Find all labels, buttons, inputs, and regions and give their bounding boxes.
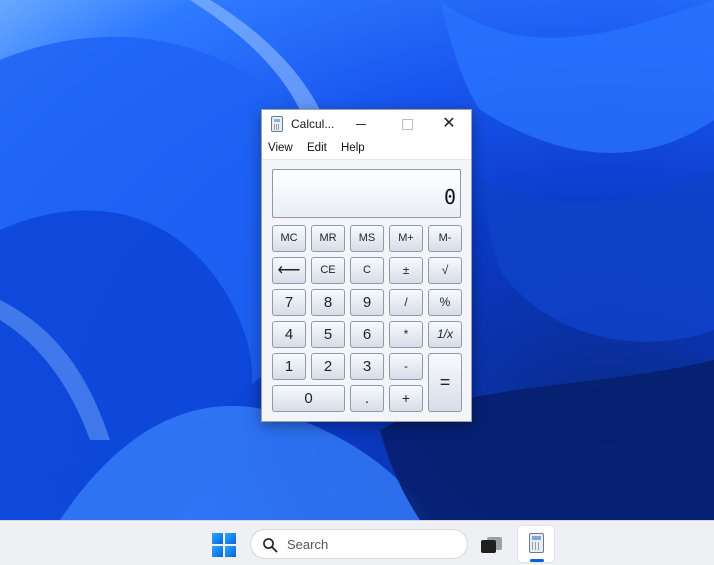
ms-button[interactable]: MS: [350, 225, 384, 252]
search-placeholder: Search: [287, 537, 329, 552]
close-button[interactable]: ✕: [426, 110, 472, 139]
digit-6-button[interactable]: 6: [350, 321, 384, 348]
menu-view[interactable]: View: [268, 142, 293, 154]
divide-button[interactable]: /: [389, 289, 423, 316]
clear-entry-button[interactable]: CE: [311, 257, 345, 284]
active-app-indicator: [530, 559, 544, 562]
decimal-button[interactable]: .: [350, 385, 384, 412]
window-title: Calcul...: [291, 117, 335, 131]
backspace-button[interactable]: ⟵: [272, 257, 306, 284]
square-root-button[interactable]: √: [428, 257, 462, 284]
taskbar-calculator-button[interactable]: [517, 525, 555, 563]
reciprocal-button[interactable]: 1/x: [428, 321, 462, 348]
mc-button[interactable]: MC: [272, 225, 306, 252]
digit-9-button[interactable]: 9: [350, 289, 384, 316]
plus-button[interactable]: +: [389, 385, 423, 412]
percent-button[interactable]: %: [428, 289, 462, 316]
calculator-icon: [271, 116, 283, 132]
clear-button[interactable]: C: [350, 257, 384, 284]
menu-help[interactable]: Help: [341, 142, 365, 154]
equals-button[interactable]: =: [428, 353, 462, 412]
digit-5-button[interactable]: 5: [311, 321, 345, 348]
minus-button[interactable]: -: [389, 353, 423, 380]
search-icon: [263, 538, 278, 553]
taskbar-search-box[interactable]: Search: [250, 529, 468, 559]
digit-2-button[interactable]: 2: [311, 353, 345, 380]
calculator-icon: [529, 533, 544, 553]
calculator-window: Calcul... ✕ View Edit Help 0 MC MR MS M+…: [261, 109, 472, 422]
display-value: 0: [443, 185, 456, 209]
digit-3-button[interactable]: 3: [350, 353, 384, 380]
close-icon: ✕: [442, 115, 456, 132]
menu-edit[interactable]: Edit: [307, 142, 327, 154]
menu-bar: View Edit Help: [262, 139, 471, 160]
multiply-button[interactable]: *: [389, 321, 423, 348]
maximize-button: [384, 110, 430, 139]
digit-1-button[interactable]: 1: [272, 353, 306, 380]
result-display: 0: [272, 169, 461, 218]
m-plus-button[interactable]: M+: [389, 225, 423, 252]
maximize-icon: [402, 119, 413, 130]
plus-minus-button[interactable]: ±: [389, 257, 423, 284]
taskbar: Search: [0, 520, 714, 565]
windows-start-icon[interactable]: [212, 533, 236, 557]
digit-4-button[interactable]: 4: [272, 321, 306, 348]
title-bar[interactable]: Calcul... ✕: [262, 110, 471, 139]
digit-8-button[interactable]: 8: [311, 289, 345, 316]
digit-0-button[interactable]: 0: [272, 385, 345, 412]
minimize-icon: [356, 124, 366, 125]
m-minus-button[interactable]: M-: [428, 225, 462, 252]
mr-button[interactable]: MR: [311, 225, 345, 252]
digit-7-button[interactable]: 7: [272, 289, 306, 316]
task-view-icon[interactable]: [480, 535, 504, 555]
minimize-button[interactable]: [338, 110, 384, 139]
